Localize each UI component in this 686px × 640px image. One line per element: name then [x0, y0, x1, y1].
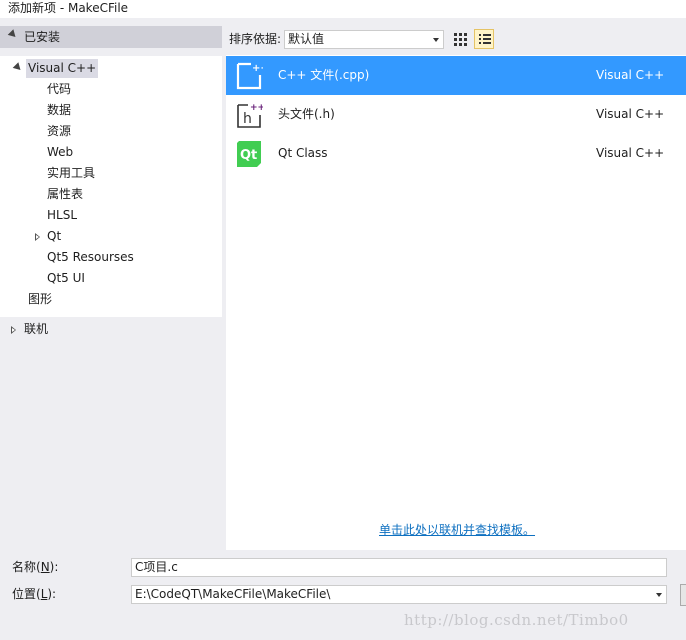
name-label: 名称(N):	[12, 560, 59, 574]
svg-text:h: h	[243, 111, 252, 127]
online-templates-link[interactable]: 单击此处以联机并查找模板。	[379, 522, 535, 538]
tree-item-label: HLSL	[47, 208, 78, 222]
installed-header[interactable]: 已安装	[0, 26, 222, 48]
tree-item-label: Visual C++	[26, 59, 99, 78]
chevron-down-icon	[433, 38, 439, 42]
location-value: E:\CodeQT\MakeCFile\MakeCFile\	[135, 587, 331, 601]
tree-item-label: 属性表	[47, 187, 84, 201]
tree-item-label: Qt5 UI	[47, 271, 85, 285]
svg-text:Qt: Qt	[240, 148, 257, 163]
chevron-down-icon[interactable]	[656, 593, 662, 597]
tree-item-label: 代码	[47, 82, 72, 96]
tree-item-qt5-resources[interactable]: Qt5 Resourses	[47, 248, 134, 267]
tree-item-qt[interactable]: Qt	[0, 227, 200, 246]
category-tree: Visual C++ 代码 数据 资源 Web 实用工具 属性表 HLSL Qt…	[0, 56, 222, 317]
cpp-file-icon: ++	[235, 60, 269, 90]
tree-item-property-sheet[interactable]: 属性表	[47, 185, 83, 204]
tree-item-label: 数据	[47, 103, 72, 117]
tree-item-web[interactable]: Web	[47, 143, 73, 162]
online-section[interactable]: 联机	[0, 320, 200, 339]
tree-item-qt5-ui[interactable]: Qt5 UI	[47, 269, 85, 288]
sort-label: 排序依据:	[229, 32, 282, 46]
template-language: Visual C++	[596, 107, 665, 121]
category-panel: 已安装 Visual C++ 代码 数据 资源 Web 实用工具 属性表 HLS…	[0, 20, 222, 550]
expand-triangle-icon[interactable]	[7, 29, 19, 40]
tree-item-label: 实用工具	[47, 166, 96, 180]
tree-item-utility[interactable]: 实用工具	[47, 164, 95, 183]
name-input[interactable]: C项目.c	[131, 558, 667, 577]
sort-dropdown[interactable]: 默认值	[284, 30, 444, 49]
tree-item-hlsl[interactable]: HLSL	[47, 206, 77, 225]
watermark: http://blog.csdn.net/Timbo0	[404, 611, 629, 629]
svg-text:++: ++	[252, 63, 263, 74]
template-item-cpp-file[interactable]: ++ C++ 文件(.cpp) Visual C++	[226, 56, 686, 95]
name-value: C项目.c	[135, 560, 178, 574]
tree-item-graphics[interactable]: 图形	[28, 290, 52, 309]
tree-item-label: 图形	[28, 292, 53, 306]
header-file-icon: ++ h	[235, 99, 265, 129]
template-name: C++ 文件(.cpp)	[278, 68, 370, 82]
qt-class-icon: Qt	[235, 138, 263, 168]
collapsed-triangle-fill	[36, 234, 39, 239]
collapsed-triangle-fill	[12, 327, 15, 332]
list-view-button[interactable]	[474, 29, 494, 49]
sort-toolbar: 排序依据: 默认值	[222, 24, 686, 52]
template-list: ++ C++ 文件(.cpp) Visual C++ ++ h 头文件(.h) …	[226, 55, 686, 550]
tree-item-data[interactable]: 数据	[47, 101, 71, 120]
template-language: Visual C++	[596, 68, 665, 82]
tree-item-label: Qt	[47, 229, 62, 243]
location-combobox[interactable]: E:\CodeQT\MakeCFile\MakeCFile\	[131, 585, 667, 604]
template-item-header-file[interactable]: ++ h 头文件(.h) Visual C++	[226, 95, 686, 134]
installed-label: 已安装	[24, 30, 61, 44]
template-language: Visual C++	[596, 146, 665, 160]
tree-item-label: Qt5 Resourses	[47, 250, 134, 264]
title-bar: 添加新项 - MakeCFile	[0, 0, 686, 18]
window-title: 添加新项 - MakeCFile	[8, 1, 129, 15]
template-name: Qt Class	[278, 146, 328, 160]
browse-button[interactable]	[680, 584, 686, 606]
template-name: 头文件(.h)	[278, 107, 335, 121]
tree-item-code[interactable]: 代码	[47, 80, 71, 99]
tree-item-label: 资源	[47, 124, 72, 138]
location-label: 位置(L):	[12, 587, 57, 601]
sort-value: 默认值	[288, 32, 325, 46]
grid-view-button[interactable]	[450, 29, 470, 49]
template-item-qt-class[interactable]: Qt Qt Class Visual C++	[226, 134, 686, 173]
expand-triangle-icon[interactable]	[12, 62, 24, 73]
tree-item-resources[interactable]: 资源	[47, 122, 71, 141]
svg-text:++: ++	[250, 103, 263, 113]
online-label: 联机	[24, 322, 49, 336]
tree-item-label: Web	[47, 145, 74, 159]
